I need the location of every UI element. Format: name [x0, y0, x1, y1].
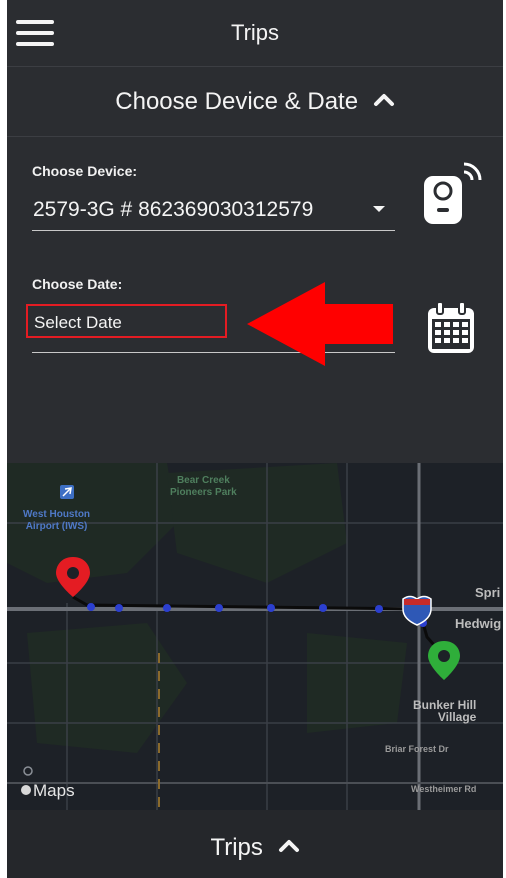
map-label-bunker: Bunker Hill Village	[413, 698, 477, 724]
map-label-spring: Spri	[475, 585, 501, 600]
map-attribution: Maps	[33, 781, 75, 800]
trip-map[interactable]: Bear Creek Pioneers Park West Houston Ai…	[7, 463, 503, 810]
device-select-value: 2579-3G # 862369030312579	[33, 198, 314, 221]
top-bar: Trips	[7, 0, 503, 67]
map-label-hedwig: Hedwig	[455, 616, 502, 631]
page-title: Trips	[230, 20, 280, 45]
select-date-input[interactable]: Select Date	[26, 304, 227, 338]
airport-icon	[60, 485, 74, 499]
calendar-icon[interactable]	[425, 300, 477, 356]
trips-panel-title: Trips	[210, 834, 263, 861]
trips-panel-toggle[interactable]: Trips	[7, 810, 503, 878]
device-label: Choose Device:	[32, 163, 138, 179]
app-screen: Trips Choose Device & Date Choose Device…	[7, 0, 503, 878]
date-label: Choose Date:	[32, 276, 123, 292]
chevron-down-icon	[373, 206, 385, 212]
map-label-park: Bear Creek Pioneers Park	[170, 475, 237, 498]
chevron-up-icon	[278, 840, 299, 852]
choose-device-date-toggle[interactable]: Choose Device & Date	[7, 66, 503, 137]
chevron-up-icon	[373, 94, 394, 106]
tracker-device-icon[interactable]	[420, 158, 482, 228]
device-select[interactable]: 2579-3G # 862369030312579	[32, 188, 395, 231]
map-label-westheimer: Westheimer Rd	[411, 784, 477, 794]
annotation-arrow	[247, 282, 393, 366]
map-label-airport: West Houston Airport (IWS)	[23, 509, 91, 532]
section-title: Choose Device & Date	[115, 88, 359, 115]
map-label-briar: Briar Forest Dr	[385, 744, 449, 754]
